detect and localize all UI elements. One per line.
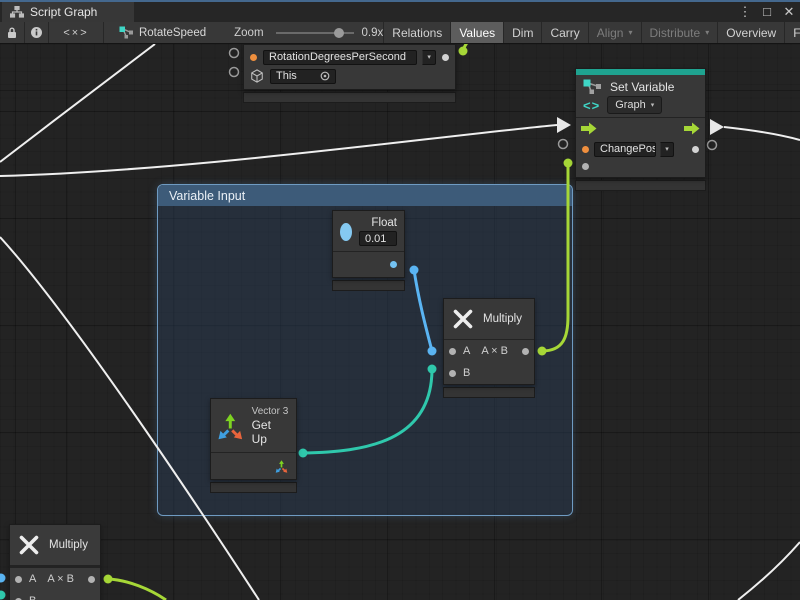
- port-a-label: A: [29, 573, 36, 585]
- node-title: Multiply: [49, 539, 88, 551]
- lock-button[interactable]: [0, 22, 25, 43]
- result-output-port[interactable]: [88, 576, 95, 583]
- scope-object-field[interactable]: This: [270, 69, 336, 84]
- chevron-down-icon: ▾: [628, 28, 632, 37]
- float-value: 0.01: [365, 233, 386, 245]
- chevron-down-icon[interactable]: ▾: [422, 50, 436, 65]
- multiply-icon: [451, 307, 475, 331]
- node-set-variable[interactable]: Set Variable <> Graph ▾: [575, 68, 706, 191]
- graph-icon: [119, 26, 134, 39]
- node-footer: [443, 387, 535, 398]
- node-type-label: Vector 3: [252, 406, 289, 417]
- input-b-port[interactable]: [449, 370, 456, 377]
- value-output-port[interactable]: [692, 146, 699, 153]
- variable-name-dropdown[interactable]: RotationDegreesPerSecond: [263, 50, 417, 65]
- float-output-port[interactable]: [390, 261, 397, 268]
- input-a-port[interactable]: [15, 576, 22, 583]
- chevron-down-icon[interactable]: ▾: [660, 142, 674, 157]
- graph-variable-icon: [583, 79, 603, 94]
- graph-toolbar: <×> RotateSpeed Zoom 0.9x Relations Valu…: [0, 22, 800, 44]
- hierarchy-icon: [10, 6, 24, 18]
- port-b-label: B: [29, 595, 36, 600]
- fullscreen-button[interactable]: Full Screen: [784, 22, 800, 43]
- value-output-port[interactable]: [442, 54, 449, 61]
- variable-name-dropdown[interactable]: ChangePos: [594, 142, 656, 157]
- info-button[interactable]: [25, 22, 50, 43]
- result-output-port[interactable]: [522, 348, 529, 355]
- relations-button[interactable]: Relations: [383, 22, 450, 43]
- zoom-slider-knob[interactable]: [334, 28, 344, 38]
- cube-icon: [250, 69, 264, 83]
- window-menu-icon[interactable]: ⋮: [738, 2, 752, 22]
- node-title: Float: [371, 217, 397, 229]
- multiply-icon: [17, 533, 41, 557]
- flow-out-port[interactable]: [684, 122, 700, 135]
- window-close-icon[interactable]: ✕: [782, 2, 796, 22]
- lock-icon: [7, 27, 17, 39]
- overview-button[interactable]: Overview: [717, 22, 784, 43]
- tab-script-graph[interactable]: Script Graph: [2, 2, 134, 22]
- result-label: A × B: [47, 573, 74, 585]
- tab-title: Script Graph: [30, 5, 97, 19]
- node-footer: [210, 482, 297, 493]
- align-dropdown[interactable]: Align ▾: [588, 22, 641, 43]
- node-footer: [243, 92, 456, 103]
- variable-port[interactable]: [250, 54, 257, 61]
- carry-button[interactable]: Carry: [541, 22, 587, 43]
- port-b-label: B: [463, 367, 470, 379]
- info-icon: [30, 26, 43, 39]
- node-footer: [575, 180, 706, 191]
- node-multiply[interactable]: Multiply A A × B B: [443, 298, 535, 398]
- distribute-dropdown[interactable]: Distribute ▾: [641, 22, 718, 43]
- variable-name: ChangePos: [600, 143, 656, 155]
- input-a-port[interactable]: [449, 348, 456, 355]
- node-multiply-2[interactable]: Multiply A A × B B: [9, 524, 101, 600]
- variable-name: RotationDegreesPerSecond: [269, 51, 406, 63]
- group-title: Variable Input: [169, 189, 245, 203]
- object-picker-icon[interactable]: [320, 71, 330, 81]
- distribute-label: Distribute: [650, 26, 701, 40]
- node-title: Set Variable: [610, 80, 674, 94]
- chevron-down-icon: ▾: [705, 28, 709, 37]
- variable-port[interactable]: [582, 146, 589, 153]
- zoom-label: Zoom: [234, 27, 263, 39]
- code-view-button[interactable]: <×>: [49, 22, 104, 43]
- graph-breadcrumb[interactable]: RotateSpeed: [104, 22, 206, 43]
- node-footer: [332, 280, 405, 291]
- node-float-literal[interactable]: Float 0.01: [332, 210, 405, 291]
- value-input-port[interactable]: [582, 163, 589, 170]
- variable-kind-dropdown[interactable]: Graph ▾: [607, 96, 662, 114]
- window-maximize-icon[interactable]: □: [760, 2, 774, 22]
- node-get-variable[interactable]: RotationDegreesPerSecond ▾ This: [243, 44, 456, 103]
- script-graph-window: Script Graph ⋮ □ ✕ <×>: [0, 0, 800, 600]
- vector3-output-port[interactable]: [275, 460, 288, 473]
- node-vector3-get-up[interactable]: Vector 3 Get Up: [210, 398, 297, 493]
- result-label: A × B: [481, 345, 508, 357]
- align-label: Align: [597, 26, 624, 40]
- group-header[interactable]: Variable Input: [158, 185, 572, 206]
- zoom-value: 0.9x: [362, 27, 384, 39]
- float-value-input[interactable]: 0.01: [359, 231, 397, 246]
- graph-name: RotateSpeed: [139, 27, 206, 39]
- variable-kind: Graph: [615, 99, 646, 111]
- dim-button[interactable]: Dim: [503, 22, 541, 43]
- float-type-icon: [340, 223, 352, 241]
- chevron-down-icon: ▾: [651, 101, 655, 109]
- flow-in-port[interactable]: [581, 122, 597, 135]
- angle-brackets-icon: <>: [583, 98, 600, 113]
- values-button[interactable]: Values: [450, 22, 503, 43]
- tab-bar: Script Graph ⋮ □ ✕: [0, 0, 800, 22]
- node-title: Multiply: [483, 313, 522, 325]
- scope-value: This: [276, 70, 297, 82]
- zoom-slider[interactable]: [276, 32, 354, 34]
- vector3-icon: [217, 413, 244, 440]
- port-a-label: A: [463, 345, 470, 357]
- node-title: Get Up: [252, 418, 289, 446]
